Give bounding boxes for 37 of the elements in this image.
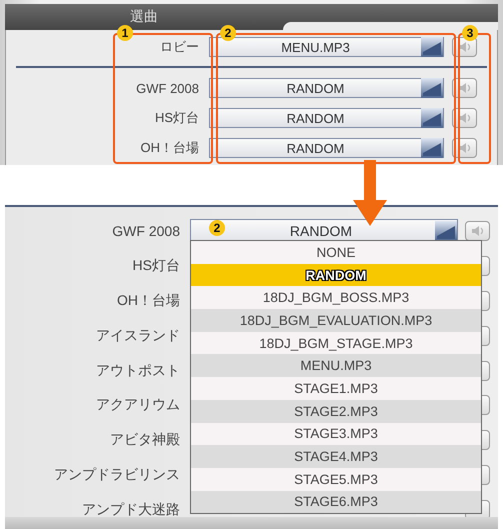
dropdown-option[interactable]: STAGE6.MP3 — [191, 490, 481, 514]
music-select[interactable]: MENU.MP3 — [209, 37, 444, 57]
stage-label: アンプド大迷路 — [81, 500, 181, 519]
stage-label: アクアリウム — [95, 396, 181, 414]
speaker-icon — [458, 113, 472, 123]
dropdown-option[interactable]: NONE — [191, 241, 481, 264]
speaker-icon — [458, 42, 472, 52]
dropdown-option[interactable]: 18DJ_BGM_STAGE.MP3 — [191, 332, 481, 354]
dropdown-option[interactable]: MENU.MP3 — [191, 354, 481, 378]
stage-label: アンプドラビリンス — [53, 466, 181, 484]
stage-label: アビタ神殿 — [109, 431, 181, 450]
stage-label: HS灯台 — [154, 109, 200, 127]
stage-label: ロビー — [159, 38, 200, 56]
stage-label: GWF 2008 — [111, 223, 181, 240]
stage-label: アイスランド — [95, 326, 181, 345]
dropdown-option[interactable]: 18DJ_BGM_EVALUATION.MP3 — [191, 309, 481, 332]
dropdown-option[interactable]: STAGE2.MP3 — [191, 400, 481, 422]
panel-tab[interactable]: 選曲 — [130, 8, 158, 26]
dropdown-option[interactable]: STAGE3.MP3 — [191, 422, 481, 446]
speaker-icon — [470, 226, 484, 236]
music-select[interactable]: RANDOM — [209, 78, 444, 98]
dropdown-option[interactable]: STAGE1.MP3 — [191, 377, 481, 400]
stage-label: OH！台場 — [140, 139, 200, 157]
music-select[interactable]: RANDOM — [209, 108, 444, 128]
speaker-button[interactable] — [465, 221, 490, 242]
down-arrow-icon — [353, 160, 387, 226]
dropdown-option[interactable]: 18DJ_BGM_BOSS.MP3 — [191, 286, 481, 310]
dropdown-option[interactable]: STAGE4.MP3 — [191, 445, 481, 468]
stage-label: GWF 2008 — [135, 80, 200, 96]
stage-label: OH！台場 — [116, 292, 181, 310]
speaker-icon — [458, 83, 472, 93]
music-select[interactable]: RANDOM — [209, 138, 444, 158]
number-badge: 2 — [209, 220, 225, 236]
speaker-icon — [458, 143, 472, 153]
dropdown-option[interactable]: STAGE5.MP3 — [191, 468, 481, 491]
stage-label: アウトポスト — [95, 362, 181, 380]
stage-label: HS灯台 — [132, 257, 181, 276]
